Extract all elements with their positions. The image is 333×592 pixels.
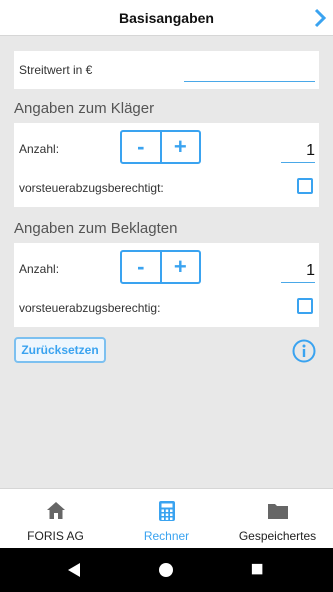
- beklagte-count-field[interactable]: 1: [281, 262, 315, 280]
- system-navigation-bar: [0, 548, 333, 592]
- klaeger-count-field[interactable]: 1: [281, 142, 315, 160]
- beklagte-card: Anzahl: - + 1 vorsteuerabzugsberechtig:: [14, 243, 319, 327]
- reset-button[interactable]: Zurücksetzen: [14, 337, 106, 363]
- beklagte-minus-button[interactable]: -: [122, 252, 160, 282]
- tab-rechner[interactable]: Rechner: [111, 489, 222, 549]
- klaeger-section-title: Angaben zum Kläger: [14, 100, 155, 117]
- tab-foris-ag[interactable]: FORIS AG: [0, 489, 111, 549]
- calculator-icon: [158, 501, 175, 521]
- back-triangle-icon[interactable]: [66, 562, 82, 578]
- streitwert-input-underline: [184, 81, 315, 82]
- klaeger-vat-label: vorsteuerabzugsberechtigt:: [19, 181, 164, 195]
- top-bar: Basisangaben: [0, 0, 333, 36]
- beklagte-vat-label: vorsteuerabzugsberechtig:: [19, 301, 161, 315]
- beklagte-plus-button[interactable]: +: [162, 252, 200, 282]
- klaeger-plus-button[interactable]: +: [162, 132, 200, 162]
- beklagte-vat-checkbox[interactable]: [297, 298, 313, 314]
- klaeger-vat-checkbox[interactable]: [297, 178, 313, 194]
- info-icon[interactable]: [292, 339, 316, 363]
- tab-foris-ag-label: FORIS AG: [27, 529, 84, 543]
- home-icon: [46, 502, 65, 519]
- beklagte-quantity-stepper: - +: [120, 250, 201, 284]
- beklagte-count-underline: [281, 282, 315, 283]
- chevron-right-icon[interactable]: [313, 8, 327, 28]
- bottom-tab-bar: FORIS AG Rechner Gespeichertes: [0, 488, 333, 548]
- page-title: Basisangaben: [119, 10, 214, 26]
- klaeger-card: Anzahl: - + 1 vorsteuerabzugsberechtigt:: [14, 123, 319, 207]
- home-circle-icon[interactable]: [158, 562, 174, 578]
- streitwert-label: Streitwert in €: [19, 63, 93, 77]
- recents-square-icon[interactable]: [251, 563, 265, 577]
- streitwert-input[interactable]: [184, 57, 315, 81]
- klaeger-minus-button[interactable]: -: [122, 132, 160, 162]
- tab-gespeichertes[interactable]: Gespeichertes: [222, 489, 333, 549]
- klaeger-quantity-stepper: - +: [120, 130, 201, 164]
- tab-gespeichertes-label: Gespeichertes: [238, 529, 317, 543]
- tab-rechner-label: Rechner: [143, 529, 190, 543]
- beklagte-section-title: Angaben zum Beklagten: [14, 220, 178, 237]
- folder-icon: [267, 504, 288, 519]
- beklagte-count-label: Anzahl:: [19, 262, 60, 276]
- klaeger-count-underline: [281, 162, 315, 163]
- streitwert-card: Streitwert in €: [14, 51, 319, 89]
- klaeger-count-label: Anzahl:: [19, 142, 60, 156]
